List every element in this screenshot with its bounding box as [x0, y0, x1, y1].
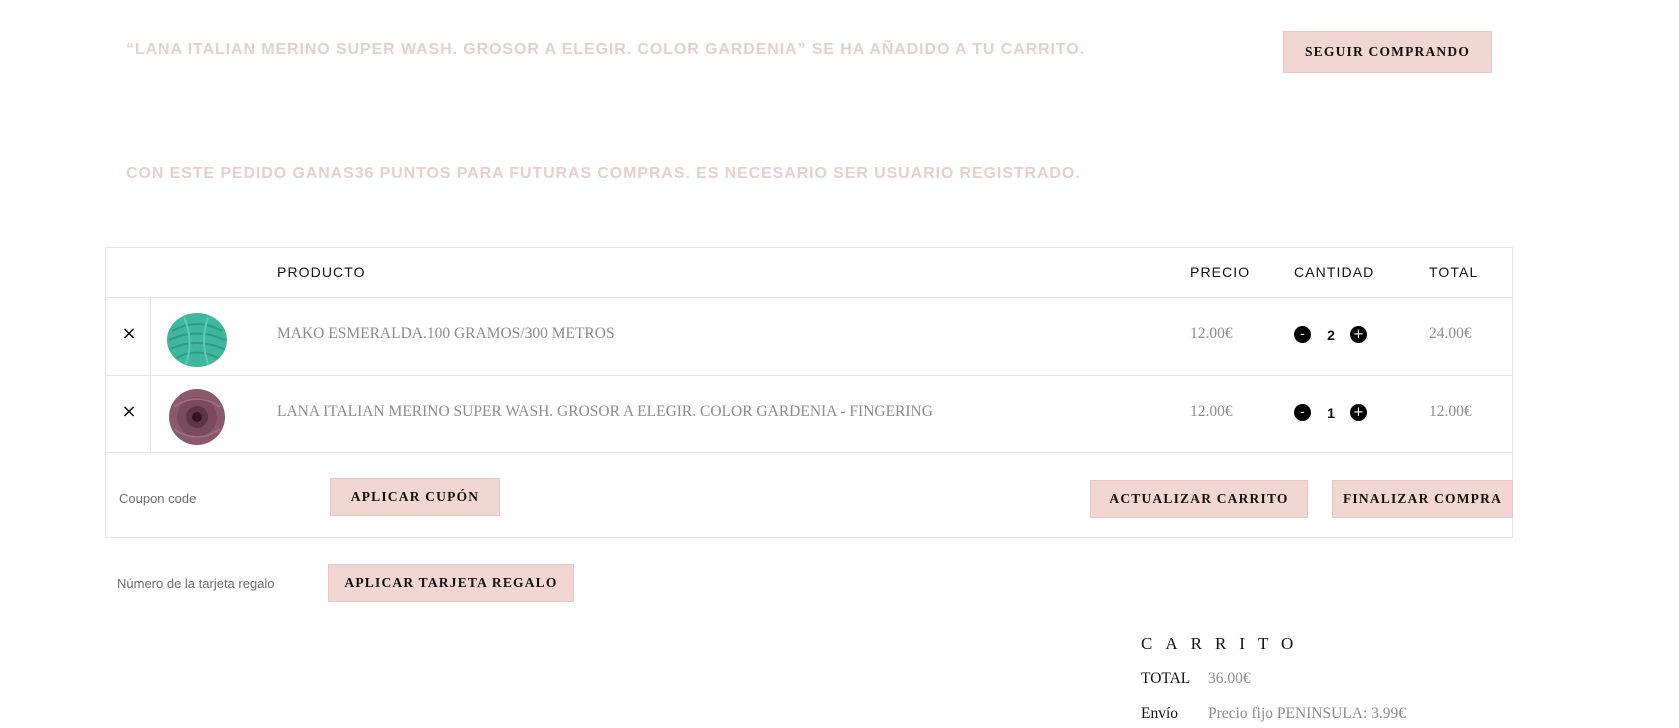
quantity-stepper: - + [1294, 404, 1367, 422]
cart-added-notice: “LANA ITALIAN MERINO SUPER WASH. GROSOR … [126, 41, 1085, 58]
yarn-thumbnail-icon [169, 389, 225, 445]
product-price: 12.00€ [1190, 325, 1233, 342]
quantity-stepper: - + [1294, 326, 1367, 344]
cart-totals-title: CARRITO [1141, 634, 1307, 653]
cart-table: PRODUCTO PRECIO CANTIDAD TOTAL × MAKO ES… [105, 247, 1513, 538]
remove-item-icon[interactable]: × [120, 402, 138, 422]
product-price: 12.00€ [1190, 403, 1233, 420]
decrease-quantity-button[interactable]: - [1294, 404, 1311, 421]
coupon-code-input[interactable] [119, 488, 319, 508]
table-row: × MAKO ESMERALDA.100 GRAMOS/300 METROS 1… [106, 297, 1512, 376]
product-name[interactable]: LANA ITALIAN MERINO SUPER WASH. GROSOR A… [277, 403, 933, 421]
table-header-row: PRODUCTO PRECIO CANTIDAD TOTAL [106, 248, 1512, 298]
apply-gift-card-button[interactable]: APLICAR TARJETA REGALO [328, 564, 574, 602]
decrease-quantity-button[interactable]: - [1294, 326, 1311, 343]
apply-coupon-button[interactable]: APLICAR CUPÓN [330, 478, 500, 516]
points-notice: CON ESTE PEDIDO GANAS36 PUNTOS PARA FUTU… [126, 165, 1081, 182]
header-total: TOTAL [1429, 264, 1479, 280]
row-divider [150, 297, 151, 452]
table-row: × LANA ITALIAN MERINO SUPER WASH. GROSOR… [106, 375, 1512, 453]
yarn-thumbnail-icon [167, 313, 227, 367]
header-product: PRODUCTO [277, 264, 366, 280]
continue-shopping-button[interactable]: SEGUIR COMPRANDO [1283, 31, 1492, 73]
line-total: 24.00€ [1429, 325, 1472, 342]
update-cart-button[interactable]: ACTUALIZAR CARRITO [1090, 480, 1308, 518]
increase-quantity-button[interactable]: + [1350, 326, 1367, 343]
quantity-input[interactable] [1316, 326, 1346, 343]
increase-quantity-button[interactable]: + [1350, 404, 1367, 421]
total-value: 36.00€ [1208, 670, 1251, 687]
line-total: 12.00€ [1429, 403, 1472, 420]
remove-item-icon[interactable]: × [120, 324, 138, 344]
header-quantity: CANTIDAD [1294, 264, 1375, 280]
gift-card-input[interactable] [117, 573, 317, 593]
product-name[interactable]: MAKO ESMERALDA.100 GRAMOS/300 METROS [277, 325, 615, 343]
shipping-label: Envío [1141, 705, 1179, 722]
shipping-value: Precio fijo PENINSULA: 3.99€ [1208, 705, 1407, 722]
checkout-button[interactable]: FINALIZAR COMPRA [1332, 480, 1513, 518]
quantity-input[interactable] [1316, 404, 1346, 421]
total-label: TOTAL [1141, 670, 1191, 687]
header-price: PRECIO [1190, 264, 1251, 280]
